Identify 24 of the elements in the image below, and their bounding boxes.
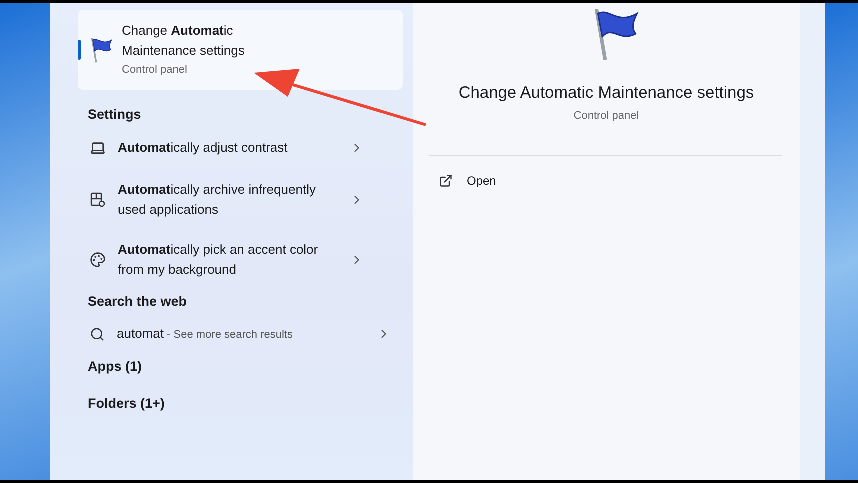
web-search-result[interactable]: automat - See more search results <box>78 309 403 359</box>
detail-title: Change Automatic Maintenance settings <box>458 84 756 103</box>
search-icon <box>90 326 105 342</box>
result-title: Automatically archive infrequently used applications <box>118 181 317 219</box>
palette-icon <box>90 252 106 268</box>
category-heading[interactable]: Apps (1) <box>88 359 413 374</box>
result-title: automat - See more search results <box>117 324 294 342</box>
best-match-result[interactable]: Change Automatic Maintenance settings Control panel <box>78 10 403 90</box>
apps-gear-icon <box>90 192 106 208</box>
settings-result[interactable]: Automatically pick an accent color from my background <box>78 230 403 290</box>
result-subtitle: Control panel <box>122 63 188 78</box>
result-title: Automatically pick an accent color from my background <box>118 241 320 279</box>
section-heading: Search the web <box>88 294 188 309</box>
result-title: Automatically adjust contrast <box>118 139 289 157</box>
result-title: Change Automatic Maintenance settings <box>122 22 246 60</box>
settings-result[interactable]: Automatically archive infrequently used applications <box>78 170 403 230</box>
section-heading: Settings <box>88 107 142 122</box>
open-button[interactable]: Open <box>439 170 519 192</box>
laptop-icon <box>90 140 106 156</box>
selection-indicator <box>78 40 81 60</box>
external-link-icon <box>439 174 453 188</box>
category-heading[interactable]: Folders (1+) <box>88 396 413 411</box>
detail-subtitle: Control panel <box>572 109 640 124</box>
settings-result[interactable]: Automatically adjust contrast <box>78 126 403 170</box>
